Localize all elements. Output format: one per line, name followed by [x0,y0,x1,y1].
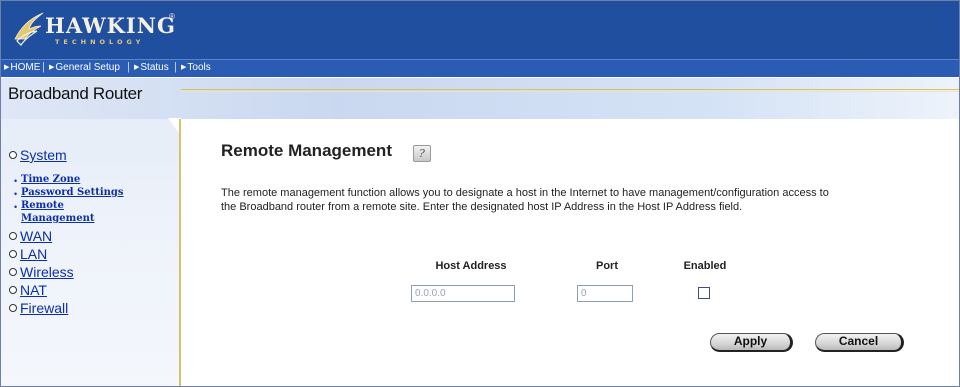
column-header-host-address: Host Address [435,260,507,272]
brand-subtitle: TECHNOLOGY [55,38,145,46]
nav-separator: | [127,61,130,73]
radio-circle-icon [9,268,17,276]
nav-status-label: Status [140,62,169,73]
sidebar-item-system[interactable]: System [9,147,67,165]
bullet-icon: • [14,202,18,212]
sidebar-item-firewall[interactable]: Firewall [9,300,68,318]
radio-circle-icon [9,286,17,294]
hawking-logo: HAWKING ® TECHNOLOGY [11,9,181,51]
product-title: Broadband Router [8,84,143,103]
sidebar-subitem-remote[interactable]: Remote [21,200,64,211]
sidebar-item-nat-label[interactable]: NAT [20,282,47,298]
sidebar-item-firewall-label[interactable]: Firewall [20,300,68,316]
page-title: Remote Management [221,141,392,160]
header-banner: HAWKING ® TECHNOLOGY [1,1,959,59]
top-nav-bar: ▶HOME | ▶General Setup | ▶Status | ▶Tool… [1,59,959,77]
sidebar-item-wan-label[interactable]: WAN [20,228,52,244]
sidebar-item-nat[interactable]: NAT [9,282,47,300]
nav-arrow-icon: ▶ [49,64,55,71]
cancel-button[interactable]: Cancel [815,333,904,352]
radio-circle-icon [9,250,17,258]
port-input[interactable]: 0 [577,285,633,302]
nav-general-setup-label: General Setup [55,62,120,73]
description-line: The remote management function allows yo… [221,187,829,199]
sidebar-menu: System • Time Zone • Password Settings •… [1,118,181,386]
column-header-enabled: Enabled [683,260,727,272]
brand-registered-mark: ® [169,12,175,21]
radio-circle-icon [9,232,17,240]
main-content: Remote Management ? The remote managemen… [181,119,959,386]
sidebar-item-system-label[interactable]: System [20,147,67,163]
help-icon[interactable]: ? [413,145,431,162]
nav-arrow-icon: ▶ [181,64,187,71]
sidebar-subitem-management[interactable]: Management [21,213,95,224]
column-header-port: Port [596,260,618,272]
page-description: The remote management function allows yo… [221,186,941,214]
enabled-checkbox[interactable] [698,287,710,299]
description-line: the Broadband router from a remote site.… [221,201,743,213]
sidebar-item-lan[interactable]: LAN [9,246,47,264]
product-title-band: Broadband Router [1,78,959,119]
sidebar-subitem-password-settings[interactable]: Password Settings [21,187,124,198]
sidebar-item-wireless[interactable]: Wireless [9,264,74,282]
nav-tools-label: Tools [187,62,211,73]
nav-arrow-icon: ▶ [4,64,10,71]
router-admin-window: HAWKING ® TECHNOLOGY ▶HOME | ▶General Se… [0,0,960,387]
sidebar-subitem-time-zone[interactable]: Time Zone [21,174,80,185]
nav-home[interactable]: ▶HOME [4,62,40,73]
accent-line [181,91,959,92]
nav-general-setup[interactable]: ▶General Setup [49,62,120,73]
bullet-icon: • [14,189,18,199]
nav-home-label: HOME [10,62,41,73]
nav-separator: | [174,61,177,73]
brand-name: HAWKING [45,13,176,38]
hawk-wing-icon [14,12,44,46]
radio-circle-icon [9,304,17,312]
sidebar-item-wireless-label[interactable]: Wireless [20,264,74,280]
accent-line [181,89,959,90]
apply-button[interactable]: Apply [710,333,793,352]
nav-separator: | [42,61,45,73]
bullet-icon: • [14,176,18,186]
nav-status[interactable]: ▶Status [134,62,169,73]
nav-tools[interactable]: ▶Tools [181,62,211,73]
sidebar-item-lan-label[interactable]: LAN [20,246,47,262]
radio-circle-icon [9,151,17,159]
nav-arrow-icon: ▶ [134,64,140,71]
host-address-input[interactable]: 0.0.0.0 [411,285,515,302]
sidebar-item-wan[interactable]: WAN [9,228,52,246]
